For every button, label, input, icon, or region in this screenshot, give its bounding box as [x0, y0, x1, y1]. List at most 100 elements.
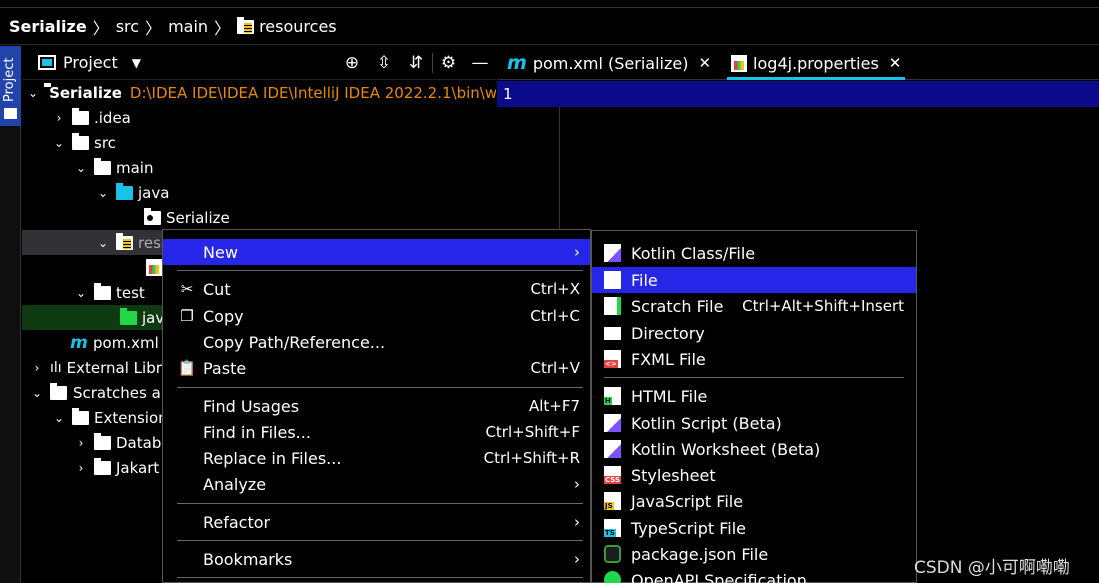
chevron-right-icon[interactable]: › [30, 361, 44, 375]
close-icon[interactable]: ✕ [698, 54, 711, 72]
tree-item-label: jav [142, 308, 165, 327]
submenu-item-javascript[interactable]: JS JavaScript File [592, 488, 916, 514]
editor-tabs: m pom.xml (Serialize) ✕ log4j.properties… [497, 46, 1099, 80]
project-header-toolbar: ⊕ ⇳ ⇵ ⚙ — [336, 46, 496, 80]
html-icon: H [604, 387, 621, 405]
menu-item-bookmarks[interactable]: Bookmarks › [163, 546, 590, 572]
breadcrumb-item-main[interactable]: main [168, 17, 208, 36]
submenu-item-typescript[interactable]: TS TypeScript File [592, 515, 916, 541]
chevron-down-icon[interactable]: ⌄ [74, 286, 88, 300]
breadcrumb-separator: 〉 [214, 18, 231, 38]
breadcrumb-item-resources[interactable]: resources [237, 16, 337, 36]
tree-row-java[interactable]: ⌄ java [22, 180, 496, 205]
menu-item-label: Find in Files... [203, 422, 311, 442]
folder-icon [94, 432, 111, 450]
menu-item-label: Copy Path/Reference... [203, 332, 386, 352]
tree-item-label: Serialize [49, 83, 122, 102]
package-icon [144, 207, 161, 225]
fxml-icon: <> [604, 350, 621, 368]
kotlin-worksheet-icon [604, 440, 621, 458]
menu-item-cut[interactable]: ✂ Cut Ctrl+X [163, 276, 590, 302]
kotlin-icon [604, 244, 621, 262]
resource-folder-icon [116, 232, 133, 250]
submenu-item-label: OpenAPI Specification [631, 570, 807, 583]
tree-item-label: pom.xml [93, 333, 159, 352]
submenu-item-stylesheet[interactable]: CSS Stylesheet [592, 462, 916, 488]
menu-separator [177, 387, 583, 388]
chevron-down-icon[interactable]: ⌄ [30, 386, 44, 400]
menu-item-refactor[interactable]: Refactor › [163, 509, 590, 535]
gutter-current-line: 1 [497, 81, 560, 107]
chevron-down-icon[interactable]: ⌄ [96, 186, 110, 200]
collapse-all-icon[interactable]: ⇵ [400, 53, 432, 73]
tab-label: log4j.properties [753, 53, 879, 73]
submenu-item-label: TypeScript File [631, 518, 747, 538]
gear-icon[interactable]: ⚙ [432, 53, 464, 73]
submenu-item-kotlin-class[interactable]: Kotlin Class/File [592, 240, 916, 266]
folder-icon [4, 108, 17, 119]
menu-item-find-usages[interactable]: Find Usages Alt+F7 [163, 393, 590, 419]
expand-all-icon[interactable]: ⇳ [368, 53, 400, 73]
menu-item-replace-in-files[interactable]: Replace in Files... Ctrl+Shift+R [163, 445, 590, 471]
menu-separator [604, 377, 904, 378]
close-icon[interactable]: ✕ [889, 54, 902, 72]
menu-item-copy[interactable]: ❐ Copy Ctrl+C [163, 303, 590, 329]
chevron-right-icon: › [574, 550, 580, 568]
chevron-down-icon[interactable]: ⌄ [52, 136, 66, 150]
chevron-down-icon[interactable]: ▼ [132, 56, 141, 70]
chevron-right-icon: › [574, 243, 580, 261]
current-line-highlight[interactable] [497, 81, 1099, 107]
chevron-right-icon[interactable]: › [74, 436, 88, 450]
chevron-down-icon[interactable]: ⌄ [96, 236, 110, 250]
submenu-item-directory[interactable]: Directory [592, 320, 916, 346]
submenu-item-kotlin-script[interactable]: Kotlin Script (Beta) [592, 410, 916, 436]
breadcrumb-item-src[interactable]: src [116, 17, 139, 36]
menu-item-shortcut: Alt+F7 [528, 397, 580, 415]
minimize-icon[interactable]: — [464, 53, 496, 73]
tab-pom-xml[interactable]: m pom.xml (Serialize) ✕ [497, 46, 721, 80]
chevron-down-icon[interactable]: ⌄ [52, 411, 66, 425]
openapi-icon [604, 571, 621, 583]
tree-row-idea[interactable]: › .idea [22, 105, 496, 130]
menu-item-shortcut: Ctrl+X [530, 280, 580, 298]
tree-row-src[interactable]: ⌄ src [22, 130, 496, 155]
submenu-item-label: package.json File [631, 544, 769, 564]
new-submenu: Kotlin Class/File File Scratch File Ctrl… [591, 230, 917, 583]
tree-item-label: Datab [116, 433, 162, 452]
chevron-down-icon[interactable]: ⌄ [74, 161, 88, 175]
menu-separator [177, 540, 583, 541]
breadcrumb-root[interactable]: Serialize [9, 17, 87, 36]
chevron-down-icon[interactable]: ⌄ [28, 86, 38, 100]
menu-item-paste[interactable]: 📋 Paste Ctrl+V [163, 355, 590, 381]
submenu-item-openapi[interactable]: OpenAPI Specification [592, 567, 916, 583]
submenu-item-label: FXML File [631, 349, 706, 369]
submenu-item-fxml[interactable]: <> FXML File [592, 346, 916, 372]
chevron-right-icon[interactable]: › [52, 111, 66, 125]
line-number: 1 [503, 85, 513, 103]
project-view-title[interactable]: Project [63, 53, 118, 72]
breadcrumb-separator: 〉 [145, 18, 162, 38]
tree-row-module[interactable]: ⌄ Serialize D:\IDEA IDE\IDEA IDE\Intelli… [22, 80, 496, 105]
menu-item-label: Analyze [203, 474, 267, 494]
submenu-item-html[interactable]: H HTML File [592, 383, 916, 409]
scratch-file-icon [604, 297, 621, 315]
library-icon: ılı [50, 359, 62, 376]
properties-file-icon [146, 259, 162, 276]
submenu-item-package-json[interactable]: package.json File [592, 541, 916, 567]
tree-row-main[interactable]: ⌄ main [22, 155, 496, 180]
menu-item-new[interactable]: New › [163, 239, 590, 265]
submenu-item-file[interactable]: File [592, 267, 916, 293]
menu-item-copy-path[interactable]: Copy Path/Reference... [163, 329, 590, 355]
tab-log4j-properties[interactable]: log4j.properties ✕ [721, 46, 911, 80]
submenu-item-kotlin-worksheet[interactable]: Kotlin Worksheet (Beta) [592, 436, 916, 462]
submenu-item-scratch-file[interactable]: Scratch File Ctrl+Alt+Shift+Insert [592, 293, 916, 319]
project-tool-tab[interactable]: Project [0, 46, 21, 126]
menu-item-analyze[interactable]: Analyze › [163, 471, 590, 497]
chevron-right-icon[interactable]: › [74, 461, 88, 475]
breadcrumb-separator: 〉 [92, 18, 109, 38]
tree-row-package[interactable]: Serialize [22, 205, 496, 230]
folder-icon [604, 327, 621, 340]
menu-item-find-in-files[interactable]: Find in Files... Ctrl+Shift+F [163, 419, 590, 445]
locate-icon[interactable]: ⊕ [336, 53, 368, 73]
breadcrumb: Serialize 〉 src 〉 main 〉 resources [0, 9, 1099, 45]
